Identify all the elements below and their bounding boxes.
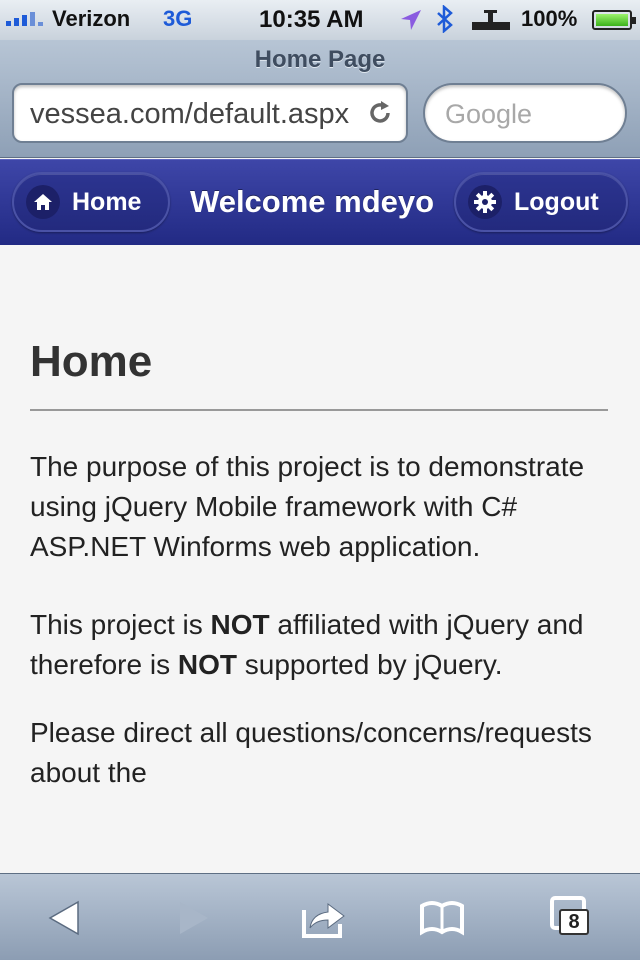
alarm-icon (470, 8, 512, 38)
page-header: Home Welcome mdeyo Logout (0, 159, 640, 245)
reload-icon[interactable] (366, 99, 394, 127)
home-button[interactable]: Home (12, 172, 170, 232)
disclaimer-text: supported by jQuery. (236, 649, 503, 680)
page-content: Home The purpose of this project is to d… (30, 245, 610, 793)
bookmarks-icon[interactable] (418, 894, 466, 942)
gear-icon (468, 185, 502, 219)
logout-button-label: Logout (514, 187, 599, 216)
home-button-label: Home (72, 187, 142, 216)
url-field[interactable]: vessea.com/default.aspx (12, 83, 408, 143)
battery-percent: 100% (521, 6, 578, 31)
carrier-name: Verizon (52, 6, 131, 31)
back-icon[interactable] (44, 894, 92, 942)
battery-icon (592, 10, 636, 30)
browser-bottom-toolbar (0, 873, 640, 960)
location-icon (399, 8, 423, 38)
search-input[interactable] (445, 97, 610, 131)
search-field[interactable] (423, 83, 627, 143)
status-bar: Verizon 3G 10:35 AM 100% (0, 0, 640, 40)
intro-paragraph: The purpose of this project is to demons… (30, 451, 585, 562)
forward-icon[interactable] (168, 894, 216, 942)
network-type: 3G (163, 6, 193, 31)
content-heading: Home (30, 337, 153, 386)
status-time: 10:35 AM (259, 6, 364, 33)
tab-count-badge[interactable]: 8 (559, 909, 589, 935)
logout-button[interactable]: Logout (454, 172, 628, 232)
home-icon (26, 185, 60, 219)
bluetooth-icon (436, 4, 454, 40)
browser-page-title: Home Page (254, 46, 386, 73)
disclaimer-bold: NOT (177, 649, 237, 680)
contact-paragraph: Please direct all questions/concerns/req… (30, 717, 592, 788)
disclaimer-paragraph: This project is NOT affiliated with jQue… (30, 605, 610, 685)
browser-toolbar: Home Page vessea.com/default.aspx (0, 40, 640, 158)
page-title: Welcome mdeyo (190, 184, 435, 219)
heading-divider (30, 409, 608, 411)
disclaimer-text: This project is (30, 609, 211, 640)
url-text[interactable]: vessea.com/default.aspx (30, 98, 360, 131)
share-icon[interactable] (298, 894, 346, 942)
signal-icon (6, 12, 43, 26)
disclaimer-bold: NOT (210, 609, 270, 640)
